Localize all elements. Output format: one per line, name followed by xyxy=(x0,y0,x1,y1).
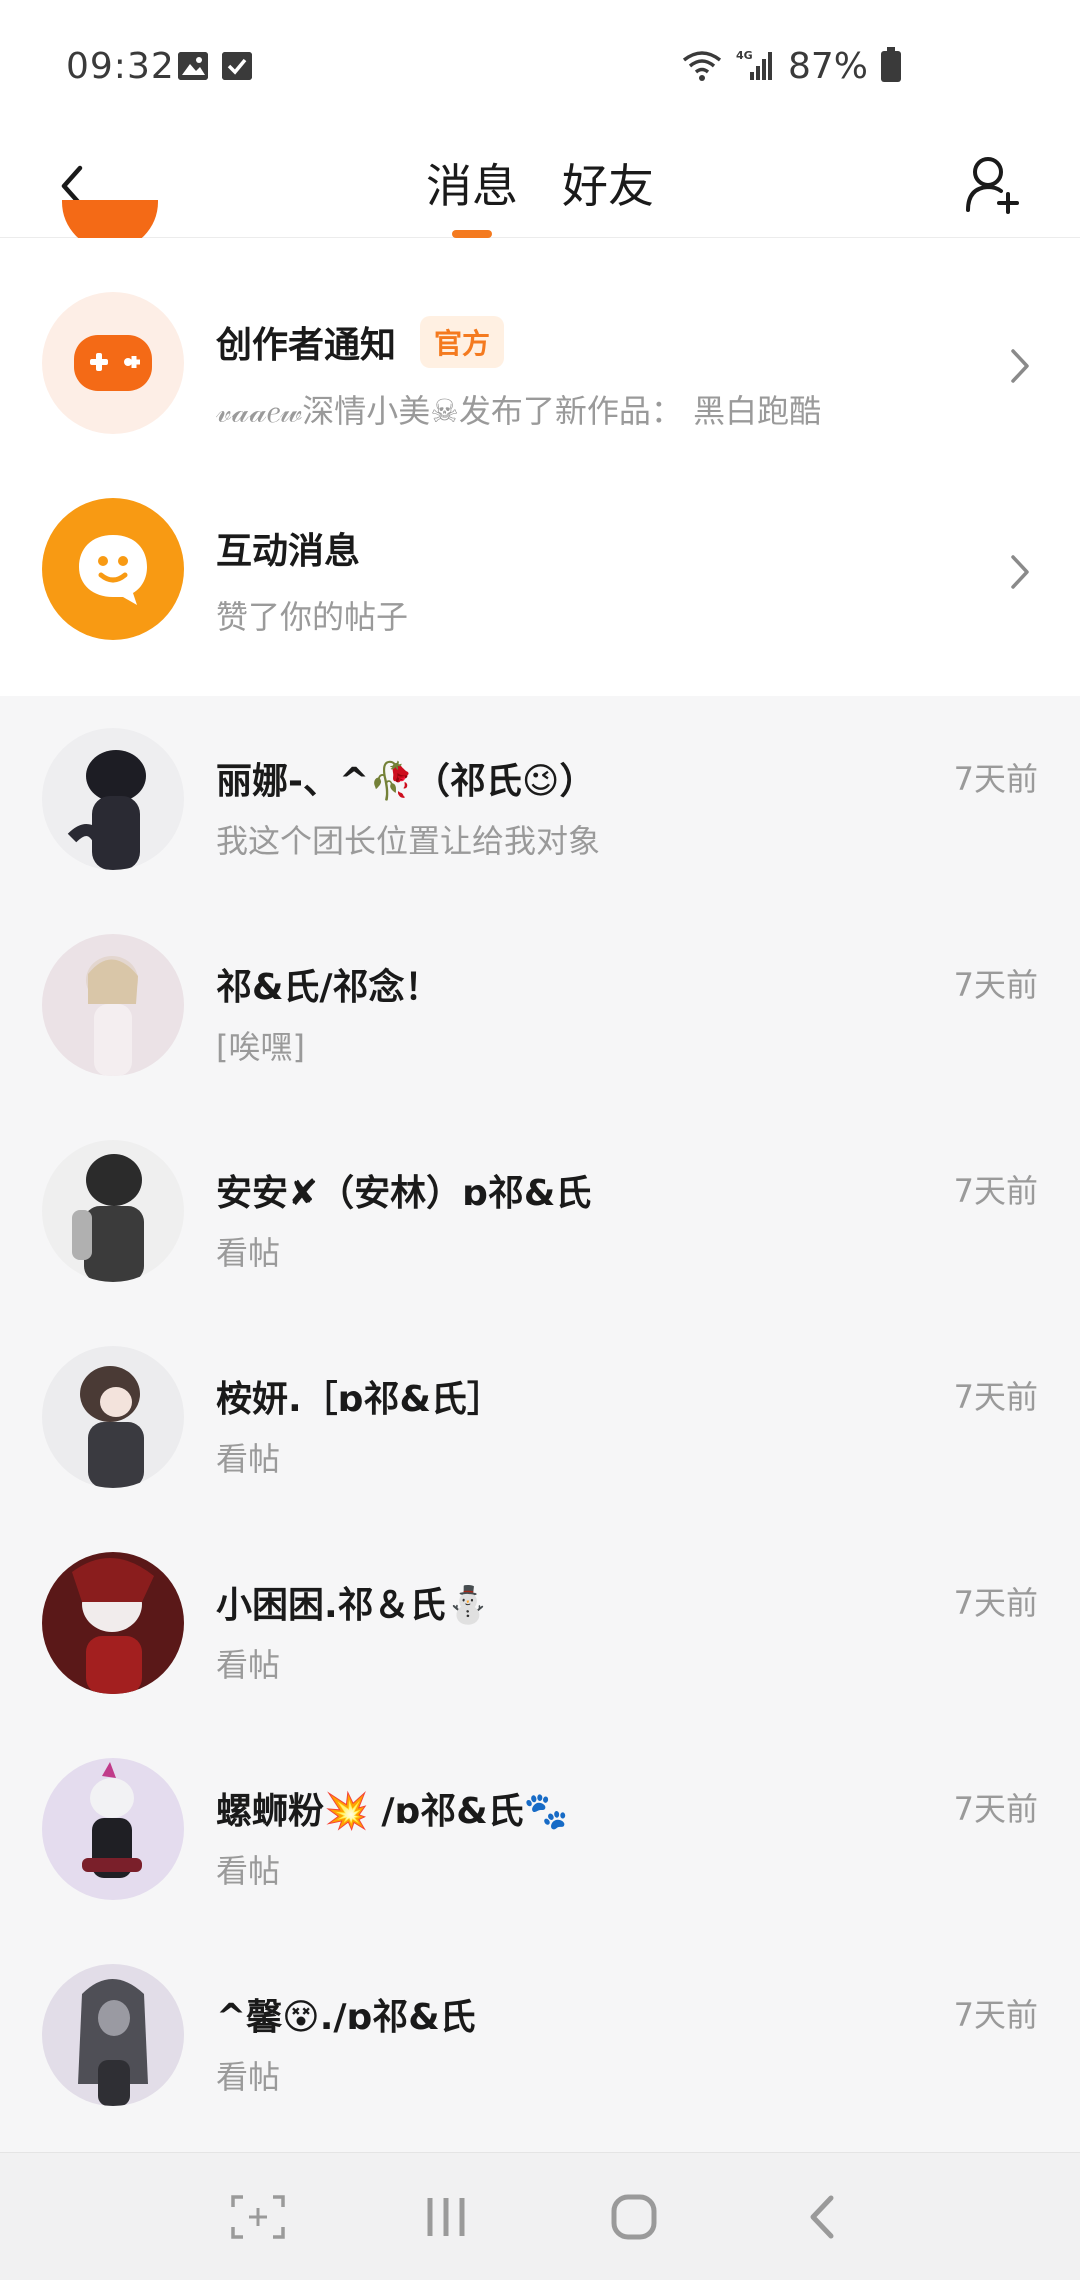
chat-row[interactable]: 桉妍.［ɒ祁&氏］ 看帖 7天前 xyxy=(0,1314,1080,1520)
creator-notice-row[interactable]: 创作者通知 官方 𝓋𝒶𝒶𝑒𝓌深情小美☠发布了新作品： 黑白跑酷 xyxy=(0,278,1080,484)
interaction-avatar xyxy=(42,498,184,640)
battery-percent: 87% xyxy=(787,46,868,87)
interaction-title: 互动消息 xyxy=(216,531,361,572)
recent-apps-icon xyxy=(427,2198,465,2236)
system-status-icons: 4G 87% xyxy=(680,46,902,87)
tab-bar: 消息 好友 xyxy=(0,134,1080,238)
screenshot-button[interactable] xyxy=(228,2187,288,2247)
avatar xyxy=(42,1140,184,1282)
notification-icons xyxy=(178,52,252,80)
chevron-left-icon xyxy=(810,2195,834,2239)
chevron-right-icon xyxy=(1000,346,1040,386)
chat-name: 小困困.祁＆氏⛄ xyxy=(216,1585,491,1626)
avatar xyxy=(42,934,184,1076)
battery-icon xyxy=(880,46,902,87)
chat-row[interactable]: 丽娜-、^🥀（祁氏😉） 我这个团长位置让给我对象 7天前 xyxy=(0,696,1080,902)
signal-4g-icon: 4G xyxy=(736,48,776,86)
add-friend-button[interactable] xyxy=(952,144,1032,224)
system-notifications: 创作者通知 官方 𝓋𝒶𝒶𝑒𝓌深情小美☠发布了新作品： 黑白跑酷 互动消息 赞了你… xyxy=(0,238,1080,696)
home-icon xyxy=(611,2194,657,2240)
chat-row[interactable]: 祁&氏/祁念！ [唉嘿] 7天前 xyxy=(0,902,1080,1108)
chat-row[interactable]: 小困困.祁＆氏⛄ 看帖 7天前 xyxy=(0,1520,1080,1726)
top-nav-bar: 消息 好友 xyxy=(0,134,1080,238)
chat-time: 7天前 xyxy=(953,1172,1038,1210)
system-nav-bar xyxy=(0,2152,1080,2280)
chat-time: 7天前 xyxy=(953,1584,1038,1622)
chat-last-message: 看帖 xyxy=(216,1852,281,1890)
tab-messages[interactable]: 消息 xyxy=(424,134,520,238)
status-bar: 09:32 4G 87% xyxy=(0,0,1080,134)
chat-time: 7天前 xyxy=(953,760,1038,798)
chevron-right-icon xyxy=(1000,552,1040,592)
chat-last-message: 看帖 xyxy=(216,2058,281,2096)
recent-apps-button[interactable] xyxy=(416,2187,476,2247)
gamepad-icon xyxy=(74,335,152,391)
avatar xyxy=(42,1964,184,2106)
chat-last-message: 看帖 xyxy=(216,1440,281,1478)
chat-last-message: [唉嘿] xyxy=(216,1028,305,1066)
task-check-icon xyxy=(222,52,252,80)
chat-time: 7天前 xyxy=(953,1996,1038,2034)
avatar xyxy=(42,1346,184,1488)
status-time: 09:32 xyxy=(66,46,175,87)
avatar xyxy=(42,728,184,870)
interaction-messages-row[interactable]: 互动消息 赞了你的帖子 xyxy=(0,484,1080,690)
smile-bubble-icon xyxy=(79,535,147,605)
add-user-icon xyxy=(966,157,1019,214)
avatar xyxy=(42,1552,184,1694)
chat-row[interactable]: 安安✘（安林）ɒ祁&氏 看帖 7天前 xyxy=(0,1108,1080,1314)
home-button[interactable] xyxy=(604,2187,664,2247)
chat-name: 丽娜-、^🥀（祁氏😉） xyxy=(216,761,596,802)
chat-row[interactable]: ^馨😵./ɒ祁&氏 看帖 7天前 xyxy=(0,1932,1080,2138)
chat-name: 桉妍.［ɒ祁&氏］ xyxy=(216,1379,503,1420)
scan-capture-icon xyxy=(231,2195,285,2239)
chat-name: 祁&氏/祁念！ xyxy=(216,967,441,1008)
chat-last-message: 看帖 xyxy=(216,1234,281,1272)
tab-friends[interactable]: 好友 xyxy=(560,134,656,238)
chat-last-message: 看帖 xyxy=(216,1646,281,1684)
chat-time: 7天前 xyxy=(953,1378,1038,1416)
chat-time: 7天前 xyxy=(953,966,1038,1004)
creator-notice-title: 创作者通知 xyxy=(216,325,397,366)
wifi-icon xyxy=(680,48,724,86)
chat-name: 安安✘（安林）ɒ祁&氏 xyxy=(216,1173,592,1214)
system-back-button[interactable] xyxy=(792,2187,852,2247)
creator-notice-title-group: 创作者通知 官方 xyxy=(216,316,505,368)
gallery-icon xyxy=(178,52,208,80)
chat-time: 7天前 xyxy=(953,1790,1038,1828)
interaction-subtitle: 赞了你的帖子 xyxy=(216,598,409,636)
creator-notice-avatar xyxy=(42,292,184,434)
official-badge: 官方 xyxy=(420,316,505,368)
chat-name: 螺蛳粉💥 /ɒ祁&氏🐾 xyxy=(216,1791,569,1832)
chat-name: ^馨😵./ɒ祁&氏 xyxy=(216,1997,476,2038)
creator-notice-subtitle: 𝓋𝒶𝒶𝑒𝓌深情小美☠发布了新作品： 黑白跑酷 xyxy=(216,392,822,430)
chat-row[interactable]: 螺蛳粉💥 /ɒ祁&氏🐾 看帖 7天前 xyxy=(0,1726,1080,1932)
svg-text:4G: 4G xyxy=(736,49,753,62)
avatar xyxy=(42,1758,184,1900)
chat-last-message: 我这个团长位置让给我对象 xyxy=(216,822,601,860)
